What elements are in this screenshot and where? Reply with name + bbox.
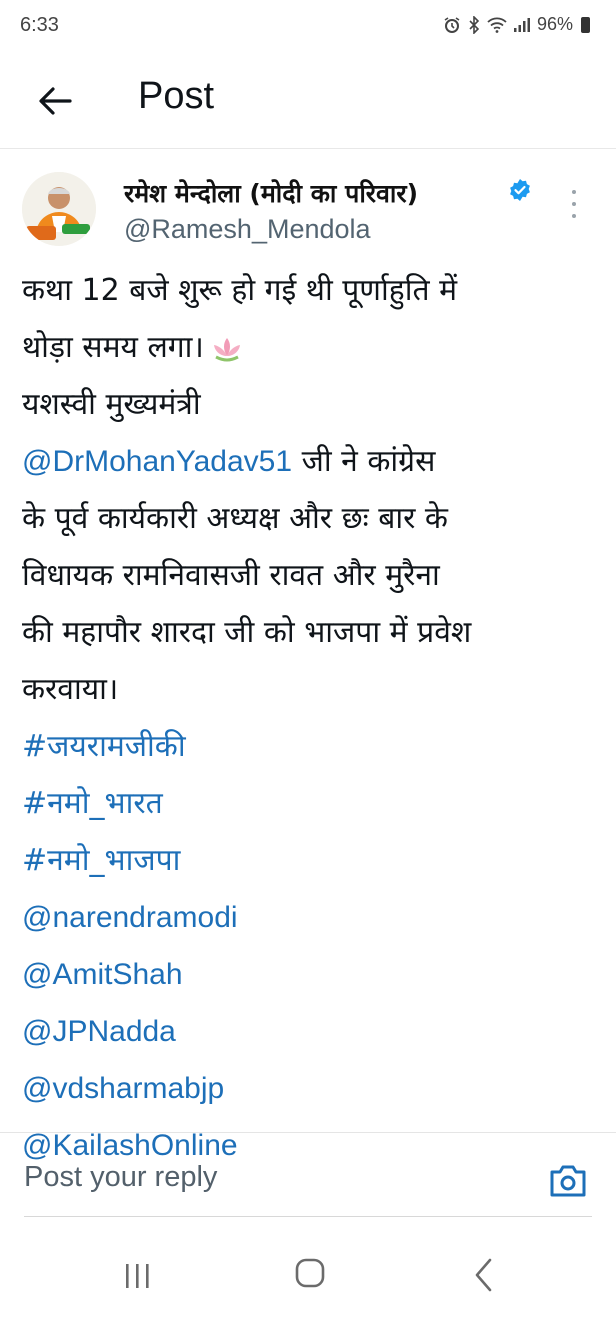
mention-link[interactable]: @narendramodi — [22, 889, 602, 946]
bluetooth-icon — [469, 15, 480, 34]
more-dot-icon — [572, 190, 576, 194]
more-options-button[interactable] — [562, 186, 586, 222]
home-icon[interactable] — [294, 1256, 326, 1290]
camera-button[interactable] — [548, 1163, 588, 1199]
signal-icon — [513, 17, 530, 32]
post-text-line: की महापौर शारदा जी को भाजपा में प्रवेश — [22, 615, 472, 650]
display-name[interactable]: रमेश मेन्दोला (मोदी का परिवार) — [124, 176, 418, 210]
hashtag-link[interactable]: #नमो_भारत — [22, 775, 602, 832]
lotus-icon — [213, 337, 240, 361]
post-text-line: करवाया। — [22, 672, 119, 707]
mention-link[interactable]: @JPNadda — [22, 1003, 602, 1060]
post-author: रमेश मेन्दोला (मोदी का परिवार) @Ramesh_M… — [0, 150, 616, 250]
post-text-line: के पूर्व कार्यकारी अध्यक्ष और छः बार के — [22, 501, 448, 536]
mention-link[interactable]: @vdsharmabjp — [22, 1060, 602, 1117]
avatar-image — [22, 172, 96, 246]
post-text-line: कथा 12 बजे शुरू हो गई थी पूर्णाहुति में — [22, 273, 458, 308]
status-icons: 96% — [443, 14, 590, 35]
back-button[interactable] — [30, 76, 80, 126]
reply-bar: Post your reply — [0, 1132, 616, 1217]
arrow-left-icon — [39, 87, 72, 115]
hashtag-link[interactable]: #जयरामजीकी — [22, 718, 602, 775]
app-header: Post — [0, 56, 616, 149]
post-text-line: @DrMohanYadav51 जी ने कांग्रेस — [22, 444, 436, 479]
status-time: 6:33 — [20, 14, 59, 36]
page-title: Post — [138, 75, 215, 117]
more-dot-icon — [572, 202, 576, 206]
battery-icon — [581, 16, 590, 33]
post-text-line: विधायक रामनिवासजी रावत और मुरैना — [22, 558, 440, 593]
mention-link[interactable]: @AmitShah — [22, 946, 602, 1003]
reply-input[interactable]: Post your reply — [24, 1161, 217, 1194]
hashtag-link[interactable]: #नमो_भाजपा — [22, 832, 602, 889]
divider — [24, 1216, 592, 1217]
post-text: कथा 12 बजे शुरू हो गई थी पूर्णाहुति में … — [22, 262, 602, 1174]
post-text-line: थोड़ा समय लगा। — [22, 319, 602, 376]
post-text-line: यशस्वी मुख्यमंत्री — [22, 387, 201, 422]
avatar[interactable] — [22, 172, 96, 246]
wifi-icon — [487, 17, 507, 33]
battery-percent: 96% — [536, 14, 573, 34]
back-icon[interactable] — [470, 1256, 498, 1294]
mention-link[interactable]: @DrMohanYadav51 — [22, 445, 292, 478]
status-bar: 6:33 96% — [0, 0, 616, 56]
alarm-icon — [444, 16, 460, 33]
author-handle[interactable]: @Ramesh_Mendola — [124, 214, 371, 245]
camera-icon — [550, 1165, 586, 1197]
more-dot-icon — [572, 214, 576, 218]
system-nav-bar — [0, 1232, 616, 1320]
verified-badge-icon — [510, 179, 530, 201]
recents-icon[interactable] — [120, 1260, 154, 1290]
